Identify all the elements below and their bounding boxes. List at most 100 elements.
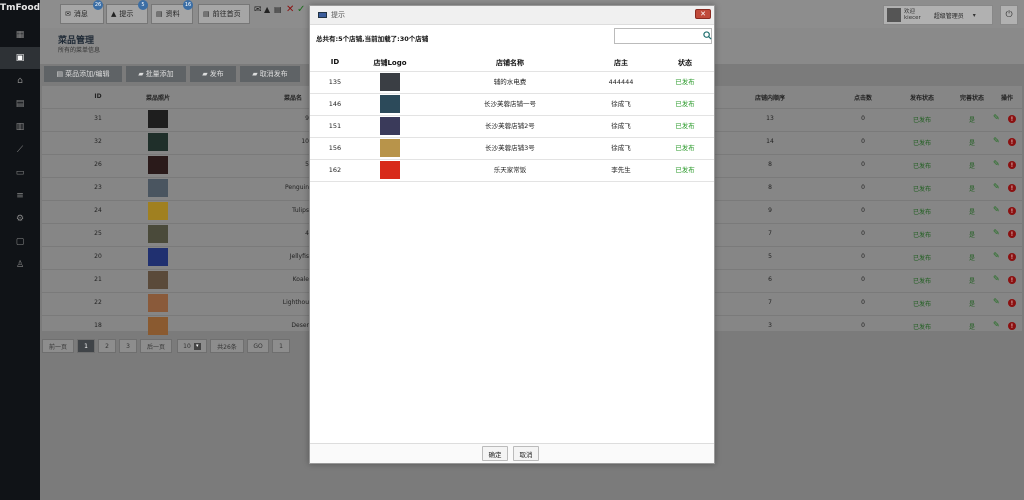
row-recommend-status: 是 bbox=[968, 186, 975, 193]
monitor-icon[interactable]: ▭ bbox=[0, 162, 40, 184]
delete-icon[interactable]: ! bbox=[1008, 184, 1016, 192]
add-edit-button[interactable]: ▤ 菜品添加/编辑 bbox=[44, 66, 122, 82]
shop-status: 已发布 bbox=[675, 122, 695, 130]
delete-icon[interactable]: ! bbox=[1008, 115, 1016, 123]
search-icon[interactable] bbox=[703, 31, 712, 40]
shop-owner: 李先生 bbox=[611, 166, 631, 174]
close-red-icon[interactable]: ✕ bbox=[286, 4, 294, 15]
go-button[interactable]: GO bbox=[247, 339, 269, 353]
delete-icon[interactable]: ! bbox=[1008, 161, 1016, 169]
dish-thumbnail bbox=[148, 294, 168, 312]
delete-icon[interactable]: ! bbox=[1008, 322, 1016, 330]
page-size-select[interactable]: 10 ▾ bbox=[177, 339, 207, 353]
shop-logo bbox=[380, 95, 400, 113]
edit-pencil-icon[interactable]: ✎ bbox=[993, 320, 1000, 329]
envelope-small-icon[interactable]: ✉ bbox=[254, 5, 262, 15]
bg-header-publish: 发布状态 bbox=[909, 95, 934, 102]
shop-name: 长沙芙蓉店铺一号 bbox=[484, 100, 536, 108]
row-clicks: 0 bbox=[861, 322, 865, 329]
edit-pencil-icon[interactable]: ✎ bbox=[993, 205, 1000, 214]
row-name: 5 bbox=[305, 161, 309, 168]
dashboard-icon[interactable]: ▦ bbox=[0, 24, 40, 46]
jump-page-input[interactable]: 1 bbox=[272, 339, 290, 353]
messages-badge: 26 bbox=[93, 0, 103, 10]
header-status: 状态 bbox=[678, 59, 692, 67]
chevron-down-icon: ▾ bbox=[193, 342, 201, 350]
messages-label: 消息 bbox=[73, 10, 88, 18]
edit-pencil-icon[interactable]: ✎ bbox=[993, 182, 1000, 191]
shop-owner: 444444 bbox=[608, 78, 634, 86]
homepage-button[interactable]: ▤ 前往首页 bbox=[198, 4, 250, 24]
avatar bbox=[887, 8, 901, 22]
page-1-button[interactable]: 1 bbox=[77, 339, 95, 353]
chevron-down-icon: ▾ bbox=[972, 11, 976, 19]
delete-icon[interactable]: ! bbox=[1008, 253, 1016, 261]
delete-icon[interactable]: ! bbox=[1008, 276, 1016, 284]
gear-icon[interactable]: ⚙ bbox=[0, 208, 40, 230]
warning-icon: ▲ bbox=[111, 10, 117, 18]
unpublish-button[interactable]: ▰ 取消发布 bbox=[240, 66, 300, 82]
shop-select-dialog: 提示 ✕ 总共有:5个店铺,当前加载了:30个店铺 ID 店铺Logo 店铺名称… bbox=[309, 5, 715, 464]
bg-header-clicks: 点击数 bbox=[853, 95, 872, 102]
edit-pencil-icon[interactable]: ✎ bbox=[993, 297, 1000, 306]
image-icon[interactable]: ▣ bbox=[0, 47, 40, 69]
edit-pencil-icon[interactable]: ✎ bbox=[993, 274, 1000, 283]
row-publish-status: 已发布 bbox=[912, 301, 931, 308]
warning-small-icon[interactable]: ▲ bbox=[264, 5, 270, 14]
cancel-button[interactable]: 取消 bbox=[513, 446, 539, 461]
edit-pencil-icon[interactable]: ✎ bbox=[993, 251, 1000, 260]
form-icon[interactable]: ▢ bbox=[0, 231, 40, 253]
edit-pencil-icon[interactable]: ✎ bbox=[993, 136, 1000, 145]
delete-icon[interactable]: ! bbox=[1008, 299, 1016, 307]
row-order: 3 bbox=[768, 322, 772, 329]
row-publish-status: 已发布 bbox=[912, 324, 931, 331]
delete-icon[interactable]: ! bbox=[1008, 230, 1016, 238]
edit-pencil-icon[interactable]: ✎ bbox=[993, 113, 1000, 122]
power-icon[interactable]: ⏻ bbox=[1000, 5, 1018, 25]
alerts-label: 提示 bbox=[119, 10, 134, 18]
confirm-button[interactable]: 确定 bbox=[482, 446, 508, 461]
page-2-button[interactable]: 2 bbox=[98, 339, 116, 353]
delete-icon[interactable]: ! bbox=[1008, 207, 1016, 215]
row-recommend-status: 是 bbox=[968, 209, 975, 216]
row-name: 10 bbox=[301, 138, 309, 145]
user-menu[interactable]: 欢迎 kiecer 超级管理员 ▾ bbox=[883, 5, 993, 25]
batch-add-label: 批量添加 bbox=[145, 70, 174, 78]
list-icon[interactable]: ≡ bbox=[0, 185, 40, 207]
bg-header-ops: 操作 bbox=[1000, 95, 1013, 102]
bg-header-id: ID bbox=[94, 93, 102, 100]
dish-thumbnail bbox=[148, 317, 168, 335]
batch-add-button[interactable]: ▰ 批量添加 bbox=[126, 66, 186, 82]
row-recommend-status: 是 bbox=[968, 163, 975, 170]
dialog-titlebar: 提示 bbox=[310, 6, 714, 25]
shop-status: 已发布 bbox=[675, 166, 695, 174]
shop-name: 长沙芙蓉店铺3号 bbox=[485, 144, 535, 152]
chart-icon[interactable]: ⟋ bbox=[0, 139, 40, 161]
shop-search-input[interactable] bbox=[614, 28, 712, 44]
shop-name: 辅的水电费 bbox=[493, 78, 527, 86]
check-icon[interactable]: ✓ bbox=[297, 4, 305, 15]
calendar-icon[interactable]: ▥ bbox=[0, 116, 40, 138]
doc-small-icon[interactable]: ▤ bbox=[274, 5, 282, 14]
user-icon[interactable]: ♙ bbox=[0, 254, 40, 276]
delete-icon[interactable]: ! bbox=[1008, 138, 1016, 146]
publish-button[interactable]: ▰ 发布 bbox=[190, 66, 236, 82]
row-name: Tulips bbox=[292, 207, 309, 214]
page-3-button[interactable]: 3 bbox=[119, 339, 137, 353]
row-clicks: 0 bbox=[861, 207, 865, 214]
edit-pencil-icon[interactable]: ✎ bbox=[993, 228, 1000, 237]
prev-page-button[interactable]: 前一页 bbox=[42, 339, 74, 353]
shop-status: 已发布 bbox=[675, 144, 695, 152]
row-recommend-status: 是 bbox=[968, 324, 975, 331]
row-recommend-status: 是 bbox=[968, 117, 975, 124]
shop-icon[interactable]: ⌂ bbox=[0, 70, 40, 92]
row-name: Jellyfis bbox=[289, 253, 309, 260]
document-icon[interactable]: ▤ bbox=[0, 93, 40, 115]
row-name: Lighthou bbox=[282, 299, 309, 306]
unpublish-label: 取消发布 bbox=[259, 70, 288, 78]
next-page-button[interactable]: 后一页 bbox=[140, 339, 172, 353]
publish-label: 发布 bbox=[209, 70, 224, 78]
row-id: 31 bbox=[94, 115, 102, 122]
edit-pencil-icon[interactable]: ✎ bbox=[993, 159, 1000, 168]
close-icon[interactable]: ✕ bbox=[695, 9, 711, 19]
